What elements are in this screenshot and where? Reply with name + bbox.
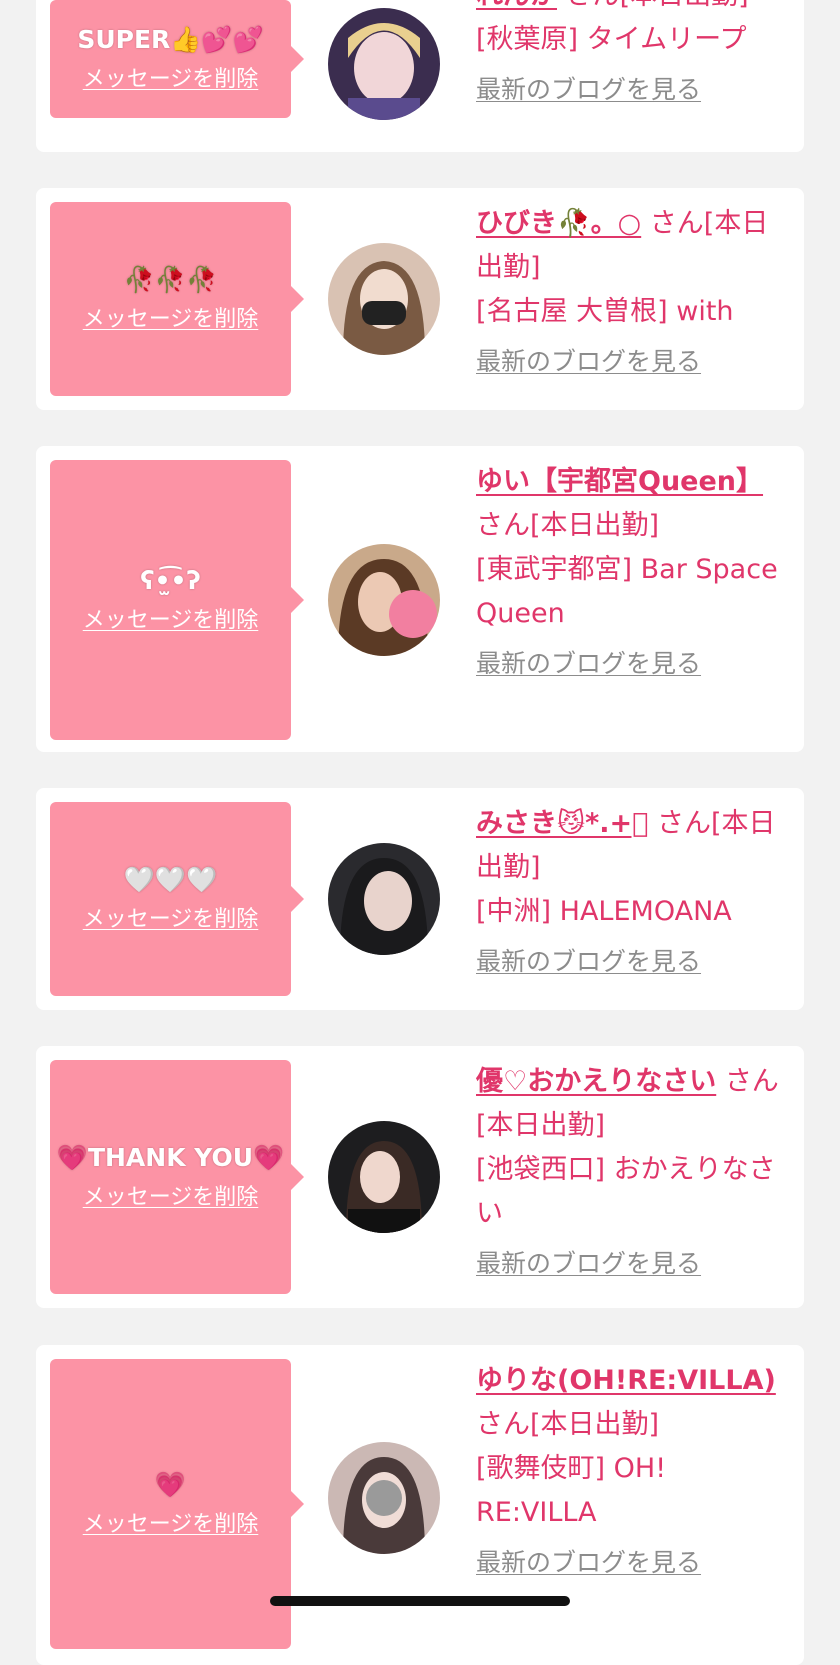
- home-indicator: [270, 1596, 570, 1606]
- attendance-suffix: さん[本日出勤]: [476, 1409, 660, 1440]
- delete-message-link[interactable]: メッセージを削除: [83, 606, 259, 636]
- message-text: 🥀🥀🥀: [123, 265, 218, 294]
- message-bubble: SUPER👍💕💕 メッセージを削除: [50, 0, 304, 118]
- shop-label: [池袋西口] おかえりなさい: [476, 1154, 776, 1229]
- blog-link[interactable]: 最新のブログを見る: [476, 1246, 788, 1282]
- delete-message-link[interactable]: メッセージを削除: [83, 1183, 259, 1213]
- blog-link[interactable]: 最新のブログを見る: [476, 646, 788, 682]
- message-bubble: 💗THANK YOU💗 メッセージを削除: [50, 1060, 304, 1294]
- message-text: SUPER👍💕💕: [77, 25, 264, 54]
- message-bubble: 🤍🤍🤍 メッセージを削除: [50, 802, 304, 996]
- cast-name-link[interactable]: れんか: [476, 0, 557, 11]
- favorite-card: 💗 メッセージを削除 ゆりな(OH!RE:VILLA) さん[本日出勤] [歌舞…: [36, 1345, 804, 1665]
- blog-link[interactable]: 最新のブログを見る: [476, 344, 788, 380]
- blog-link[interactable]: 最新のブログを見る: [476, 72, 788, 108]
- shop-label: [秋葉原] タイムリープ: [476, 24, 747, 55]
- info: ゆりな(OH!RE:VILLA) さん[本日出勤] [歌舞伎町] OH! RE:…: [476, 1359, 788, 1581]
- avatar[interactable]: [328, 243, 440, 355]
- info: 優♡おかえりなさい さん[本日出勤] [池袋西口] おかえりなさい 最新のブログ…: [476, 1060, 788, 1282]
- blog-link[interactable]: 最新のブログを見る: [476, 944, 788, 980]
- info: みさき😼*.+ﾟ さん[本日出勤] [中洲] HALEMOANA 最新のブログを…: [476, 802, 788, 980]
- message-text: 💗: [154, 1470, 187, 1499]
- shop-label: [名古屋 大曽根] with: [476, 296, 734, 327]
- attendance-suffix: さん[本日出勤]: [476, 510, 660, 541]
- cast-name-link[interactable]: ゆりな(OH!RE:VILLA): [476, 1365, 776, 1396]
- avatar[interactable]: [328, 1121, 440, 1233]
- cast-name-link[interactable]: ひびき🥀。○: [476, 208, 641, 239]
- info: れんか さん[本日出勤] [秋葉原] タイムリープ 最新のブログを見る: [476, 0, 788, 108]
- info: ひびき🥀。○ さん[本日出勤] [名古屋 大曽根] with 最新のブログを見る: [476, 202, 788, 380]
- avatar[interactable]: [328, 544, 440, 656]
- message-text: ʕ•̫͡•ʔ: [140, 566, 201, 595]
- delete-message-link[interactable]: メッセージを削除: [83, 1510, 259, 1540]
- favorite-card: 💗THANK YOU💗 メッセージを削除 優♡おかえりなさい さん[本日出勤] …: [36, 1046, 804, 1308]
- message-bubble: ʕ•̫͡•ʔ メッセージを削除: [50, 460, 304, 740]
- message-bubble: 🥀🥀🥀 メッセージを削除: [50, 202, 304, 396]
- shop-label: [東武宇都宮] Bar Space Queen: [476, 554, 778, 629]
- avatar[interactable]: [328, 1442, 440, 1554]
- favorite-card: 🥀🥀🥀 メッセージを削除 ひびき🥀。○ さん[本日出勤] [名古屋 大曽根] w…: [36, 188, 804, 410]
- message-bubble: 💗 メッセージを削除: [50, 1359, 304, 1649]
- delete-message-link[interactable]: メッセージを削除: [83, 65, 259, 95]
- delete-message-link[interactable]: メッセージを削除: [83, 305, 259, 335]
- cast-name-link[interactable]: ゆい【宇都宮Queen】: [476, 466, 763, 497]
- favorite-card: SUPER👍💕💕 メッセージを削除 れんか さん[本日出勤] [秋葉原] タイム…: [36, 0, 804, 152]
- message-text: 🤍🤍🤍: [123, 865, 218, 894]
- shop-label: [歌舞伎町] OH! RE:VILLA: [476, 1453, 667, 1528]
- avatar[interactable]: [328, 8, 440, 120]
- delete-message-link[interactable]: メッセージを削除: [83, 905, 259, 935]
- avatar[interactable]: [328, 843, 440, 955]
- cast-name-link[interactable]: みさき😼*.+ﾟ: [476, 808, 648, 839]
- favorite-card: ʕ•̫͡•ʔ メッセージを削除 ゆい【宇都宮Queen】 さん[本日出勤] [東…: [36, 446, 804, 752]
- favorite-card: 🤍🤍🤍 メッセージを削除 みさき😼*.+ﾟ さん[本日出勤] [中洲] HALE…: [36, 788, 804, 1010]
- cast-name-link[interactable]: 優♡おかえりなさい: [476, 1066, 716, 1097]
- attendance-suffix: さん[本日出勤]: [566, 0, 749, 11]
- message-text: 💗THANK YOU💗: [56, 1143, 285, 1172]
- info: ゆい【宇都宮Queen】 さん[本日出勤] [東武宇都宮] Bar Space …: [476, 460, 788, 682]
- shop-label: [中洲] HALEMOANA: [476, 896, 732, 927]
- blog-link[interactable]: 最新のブログを見る: [476, 1545, 788, 1581]
